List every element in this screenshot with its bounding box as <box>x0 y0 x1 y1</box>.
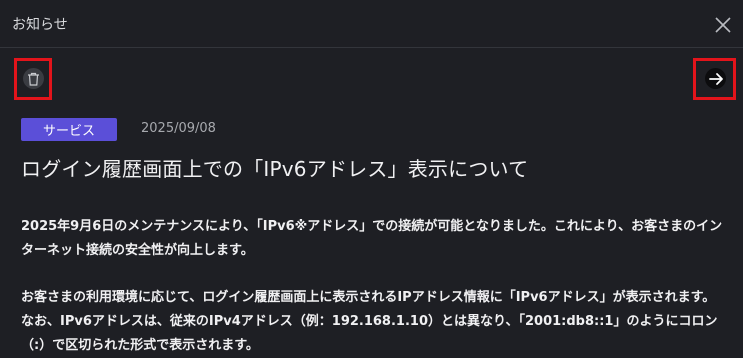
arrow-right-icon <box>709 73 723 85</box>
next-button[interactable] <box>693 58 736 100</box>
article-title: ログイン履歴画面上での「IPv6アドレス」表示について <box>21 157 529 181</box>
post-date: 2025/09/08 <box>141 121 216 136</box>
trash-icon <box>28 72 39 86</box>
close-icon <box>715 17 731 33</box>
article-paragraph: 2025年9月6日のメンテナンスにより、「IPv6※アドレス」での接続が可能とな… <box>21 219 723 258</box>
category-badge: サービス <box>21 118 117 141</box>
dialog-header: お知らせ <box>0 0 743 48</box>
article-paragraph: お客さまの利用環境に応じて、ログイン履歴画面上に表示されるIPアドレス情報に「I… <box>21 290 718 353</box>
delete-button[interactable] <box>14 58 52 100</box>
dialog-title: お知らせ <box>12 17 68 33</box>
notice-dialog: お知らせ サービス 2025/09/08 ログイン履歴画面上での「IPv6アドレ… <box>0 0 743 358</box>
close-button[interactable] <box>711 13 735 37</box>
